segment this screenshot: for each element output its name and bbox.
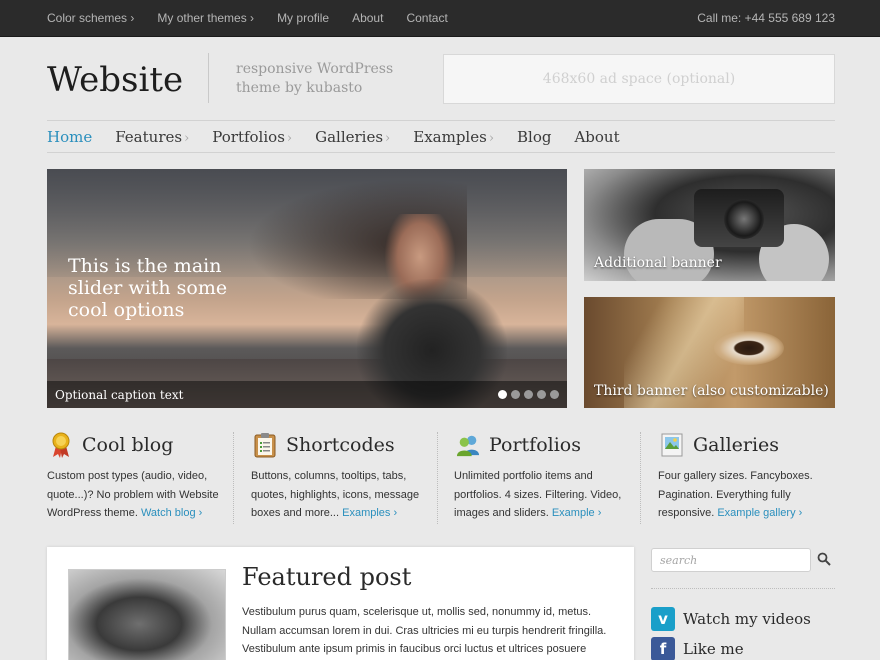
search-icon[interactable] (817, 552, 831, 566)
slider-dot[interactable] (550, 390, 559, 399)
nav-label: Features (115, 127, 183, 146)
feature-shortcodes: Shortcodes Buttons, columns, tooltips, t… (251, 432, 439, 524)
slider-pagination (498, 390, 559, 399)
slider-headline: This is the main slider with some cool o… (68, 255, 228, 321)
top-link-about[interactable]: About (352, 11, 383, 25)
search-input[interactable]: search (651, 548, 811, 572)
feature-cool-blog: Cool blog Custom post types (audio, vide… (47, 432, 235, 524)
vimeo-icon: v (651, 607, 675, 631)
chevron-right-icon: › (488, 130, 495, 146)
nav-item-portfolios[interactable]: Portfolios › (212, 128, 292, 146)
clipboard-icon (254, 433, 276, 458)
slider-dot[interactable] (498, 390, 507, 399)
featured-post-excerpt: Vestibulum purus quam, scelerisque ut, m… (242, 606, 607, 655)
ad-space[interactable]: 468x60 ad space (optional) (443, 54, 835, 104)
site-tagline: responsive WordPress theme by kubasto (236, 61, 394, 96)
nav-item-home[interactable]: Home (47, 128, 92, 146)
nav-label: Portfolios (212, 127, 285, 146)
feature-galleries: Galleries Four gallery sizes. Fancyboxes… (658, 432, 846, 524)
sidebar-divider (651, 588, 835, 589)
nav-label: Blog (517, 127, 552, 146)
column-divider (640, 432, 641, 524)
banner-eye (714, 331, 784, 365)
nav-label: About (574, 127, 620, 146)
social-label: Watch my videos (683, 610, 811, 628)
feature-portfolios: Portfolios Unlimited portfolio items and… (454, 432, 642, 524)
top-bar: Color schemes › My other themes › My pro… (0, 0, 880, 37)
nav-item-about[interactable]: About (574, 128, 619, 146)
top-link-color-schemes[interactable]: Color schemes › (47, 11, 134, 25)
feature-title: Portfolios (489, 434, 581, 456)
slider-dot[interactable] (537, 390, 546, 399)
nav-label: Home (47, 127, 93, 146)
banner-additional[interactable]: Additional banner (584, 169, 835, 281)
site-logo[interactable]: Website (47, 60, 183, 100)
feature-link-examples[interactable]: Examples › (342, 507, 397, 519)
feature-title: Cool blog (82, 434, 174, 456)
phone-number: Call me: +44 555 689 123 (697, 11, 835, 25)
chevron-right-icon: › (385, 130, 391, 146)
main-slider[interactable]: This is the main slider with some cool o… (47, 169, 567, 408)
top-link-other-themes[interactable]: My other themes › (157, 11, 254, 25)
featured-post-thumbnail[interactable] (68, 569, 226, 660)
header-divider (208, 53, 209, 103)
feature-columns: Cool blog Custom post types (audio, vide… (47, 432, 837, 524)
column-divider (437, 432, 438, 524)
banner-third[interactable]: Third banner (also customizable) (584, 297, 835, 408)
slider-caption-bar: Optional caption text (47, 381, 567, 408)
top-nav: Color schemes › My other themes › My pro… (47, 11, 471, 25)
social-link-facebook[interactable]: f Like me (651, 637, 744, 660)
column-divider (233, 432, 234, 524)
chevron-right-icon: › (286, 130, 293, 146)
feature-body: Buttons, columns, tooltips, tabs, quotes… (251, 467, 423, 523)
banner-camera-lens (724, 199, 764, 239)
top-link-contact[interactable]: Contact (406, 11, 447, 25)
feature-title: Galleries (693, 434, 780, 456)
feature-link-example[interactable]: Example › (552, 507, 602, 519)
nav-item-features[interactable]: Features › (115, 128, 189, 146)
top-link-my-profile[interactable]: My profile (277, 11, 329, 25)
feature-link-example-gallery[interactable]: Example gallery › (717, 507, 802, 519)
social-link-vimeo[interactable]: v Watch my videos (651, 607, 811, 631)
feature-title: Shortcodes (286, 434, 395, 456)
feature-body: Custom post types (audio, video, quote..… (47, 467, 219, 523)
nav-item-galleries[interactable]: Galleries › (315, 128, 390, 146)
featured-post-panel: Featured post Vestibulum purus quam, sce… (47, 547, 634, 660)
slider-caption: Optional caption text (55, 388, 184, 402)
feature-body: Four gallery sizes. Fancyboxes. Paginati… (658, 467, 830, 523)
nav-label: Galleries (315, 127, 384, 146)
users-icon (456, 435, 480, 457)
nav-item-examples[interactable]: Examples › (413, 128, 494, 146)
nav-label: Examples (413, 127, 487, 146)
slider-dot[interactable] (511, 390, 520, 399)
banner-label: Additional banner (594, 255, 722, 271)
chevron-right-icon: › (184, 130, 190, 146)
nav-item-blog[interactable]: Blog (517, 128, 551, 146)
banner-label: Third banner (also customizable) (594, 383, 829, 399)
slider-dot[interactable] (524, 390, 533, 399)
feature-link-watch-blog[interactable]: Watch blog › (141, 507, 202, 519)
featured-post-title[interactable]: Featured post (242, 563, 411, 591)
social-label: Like me (683, 640, 744, 658)
main-nav: Home Features › Portfolios › Galleries › Ex… (47, 120, 835, 153)
award-ribbon-icon (52, 432, 70, 458)
facebook-icon: f (651, 637, 675, 660)
image-icon (661, 433, 683, 457)
feature-body: Unlimited portfolio items and portfolios… (454, 467, 626, 523)
